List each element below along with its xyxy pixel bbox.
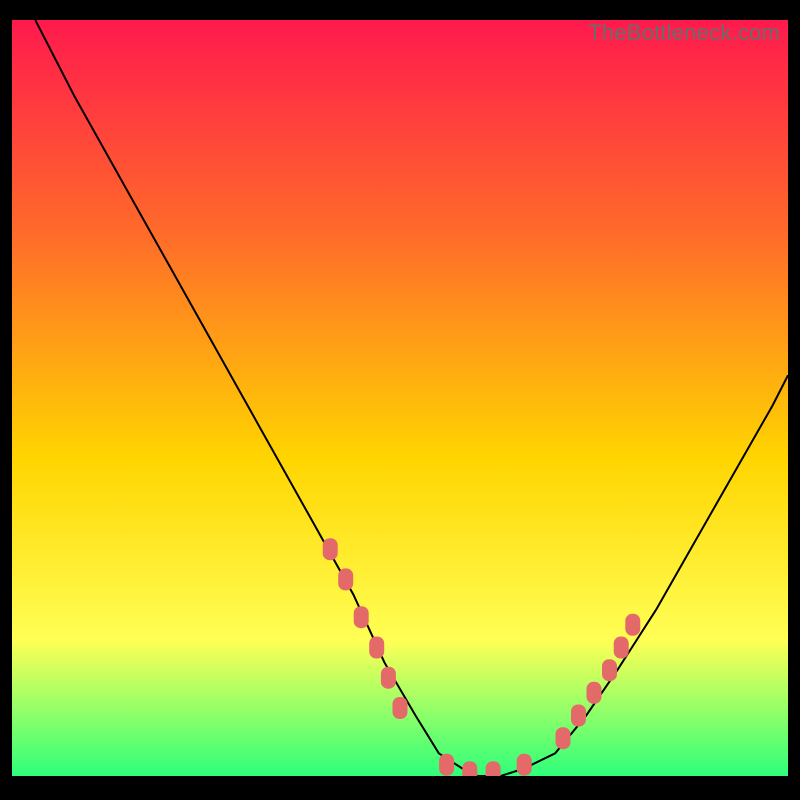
data-point — [602, 659, 617, 681]
data-point — [381, 667, 396, 689]
data-point — [369, 637, 384, 659]
data-point — [338, 568, 353, 590]
chart-plot — [12, 20, 788, 776]
chart-frame: TheBottleneck.com — [12, 20, 788, 792]
data-point — [571, 705, 586, 727]
data-point — [486, 761, 501, 776]
data-point — [556, 727, 571, 749]
data-point — [587, 682, 602, 704]
data-point — [462, 761, 477, 776]
watermark-text: TheBottleneck.com — [588, 20, 780, 46]
data-point — [439, 754, 454, 776]
data-point — [354, 606, 369, 628]
data-point — [625, 614, 640, 636]
data-point — [393, 697, 408, 719]
data-point — [517, 754, 532, 776]
data-point — [323, 538, 338, 560]
data-point — [614, 637, 629, 659]
gradient-background — [12, 20, 788, 776]
